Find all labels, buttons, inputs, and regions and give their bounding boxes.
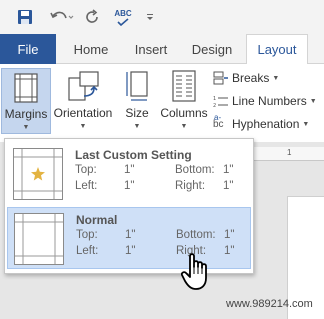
margin-option-last-custom[interactable]: Last Custom Setting Top: 1" Bottom: 1" L…: [7, 143, 251, 205]
size-label: Size: [125, 106, 149, 120]
redo-icon[interactable]: [84, 7, 102, 27]
customize-dropdown-icon[interactable]: [144, 7, 156, 27]
size-icon: [125, 68, 149, 102]
tab-file[interactable]: File: [0, 34, 56, 64]
tab-design[interactable]: Design: [186, 34, 238, 64]
breaks-label: Breaks: [232, 71, 270, 85]
margin-preview-thumbnail: [14, 213, 64, 265]
ribbon-tab-bar: File Home Insert Design Layout: [0, 34, 324, 65]
line-numbers-label: Line Numbers: [232, 94, 307, 108]
bottom-label: Bottom:: [175, 164, 215, 176]
margin-preview-thumbnail: [13, 148, 63, 200]
chevron-down-icon: ▼: [180, 123, 188, 130]
top-label: Top:: [75, 164, 97, 176]
tab-layout[interactable]: Layout: [246, 34, 308, 65]
top-label: Top:: [76, 229, 98, 241]
left-value: 1": [124, 180, 135, 192]
orientation-label: Orientation: [53, 106, 113, 120]
hyphenation-label: Hyphenation: [232, 117, 300, 131]
svg-text:2: 2: [213, 103, 216, 108]
undo-icon[interactable]: [48, 7, 76, 27]
chevron-down-icon: ▼: [133, 123, 141, 130]
horizontal-ruler: 1: [250, 147, 324, 161]
margin-option-title: Normal: [76, 213, 118, 227]
hyphenation-button[interactable]: bc a- Hyphenation ▼: [213, 112, 310, 134]
spelling-label: ABC: [114, 8, 132, 18]
chevron-down-icon: ▼: [79, 123, 87, 130]
bottom-value: 1": [223, 164, 234, 176]
hyphenation-icon: bc a-: [213, 112, 224, 130]
chevron-down-icon: ▼: [22, 124, 30, 131]
columns-button[interactable]: Columns ▼: [158, 68, 210, 130]
right-value: 1": [223, 180, 234, 192]
star-icon: [31, 167, 45, 181]
save-icon[interactable]: [16, 7, 34, 27]
chevron-down-icon: ▼: [309, 97, 317, 105]
watermark-text: www.989214.com: [226, 298, 313, 310]
line-numbers-icon: 1 2: [213, 96, 228, 108]
bottom-label: Bottom:: [176, 229, 216, 241]
spelling-abc-icon[interactable]: ABC: [112, 7, 134, 27]
top-value: 1": [125, 229, 136, 241]
hand-cursor-icon: [180, 252, 215, 297]
orientation-button[interactable]: Orientation ▼: [52, 68, 114, 130]
orientation-icon: [66, 68, 100, 102]
tab-insert[interactable]: Insert: [126, 34, 176, 64]
left-value: 1": [125, 245, 136, 257]
tab-home-label: Home: [73, 41, 109, 57]
tab-insert-label: Insert: [134, 41, 168, 57]
margins-dropdown-menu: Last Custom Setting Top: 1" Bottom: 1" L…: [4, 138, 254, 274]
columns-label: Columns: [160, 106, 208, 120]
margins-icon: [14, 69, 38, 103]
top-value: 1": [124, 164, 135, 176]
margins-button[interactable]: Margins ▼: [1, 68, 51, 134]
chevron-down-icon: ▼: [302, 120, 310, 128]
line-numbers-button[interactable]: 1 2 Line Numbers ▼: [213, 91, 317, 111]
tab-file-label: File: [17, 41, 39, 57]
size-button[interactable]: Size ▼: [120, 68, 154, 130]
right-value: 1": [224, 245, 235, 257]
breaks-icon: [213, 71, 228, 85]
margins-label: Margins: [4, 107, 48, 121]
svg-text:1: 1: [213, 96, 216, 102]
quick-access-toolbar: ABC: [0, 0, 324, 34]
tab-layout-label: Layout: [257, 42, 297, 57]
breaks-button[interactable]: Breaks ▼: [213, 68, 279, 88]
left-label: Left:: [75, 180, 98, 192]
tab-home[interactable]: Home: [64, 34, 118, 64]
right-label: Right:: [175, 180, 206, 192]
margin-option-title: Last Custom Setting: [75, 148, 192, 162]
left-label: Left:: [76, 245, 99, 257]
ribbon-page-setup: Margins ▼ Orientation ▼ Size ▼ Columns ▼…: [0, 64, 324, 142]
columns-icon: [172, 68, 196, 102]
ruler-mark: 1: [287, 148, 292, 157]
bottom-value: 1": [224, 229, 235, 241]
tab-design-label: Design: [191, 41, 233, 57]
chevron-down-icon: ▼: [272, 74, 280, 82]
